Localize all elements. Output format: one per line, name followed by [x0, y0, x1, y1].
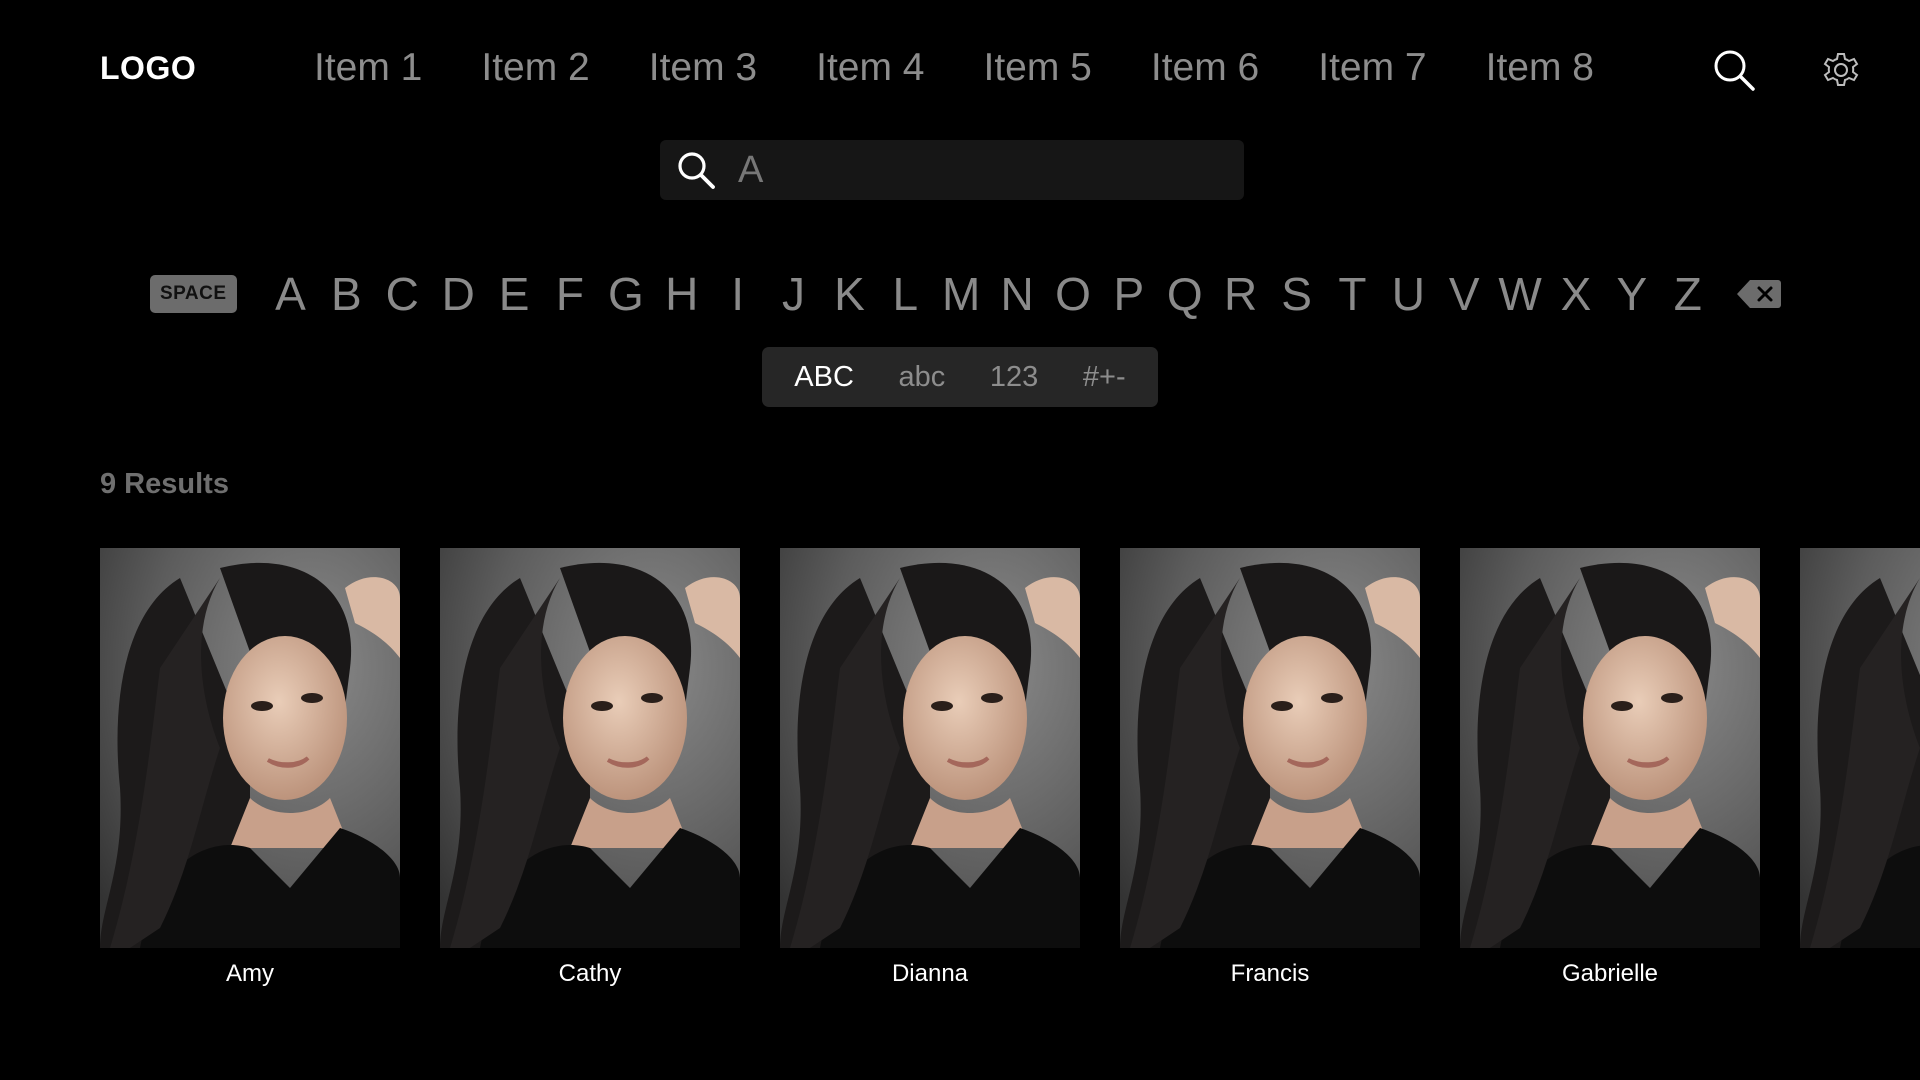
key-z[interactable]: Z — [1660, 267, 1716, 321]
key-h[interactable]: H — [654, 267, 710, 321]
key-y[interactable]: Y — [1604, 267, 1660, 321]
result-name: Cathy — [558, 960, 622, 987]
key-t[interactable]: T — [1324, 267, 1380, 321]
search-field[interactable] — [660, 140, 1244, 200]
key-n[interactable]: N — [989, 267, 1045, 321]
key-r[interactable]: R — [1213, 267, 1269, 321]
on-screen-keyboard: SPACE ABCDEFGHIJKLMNOPQRSTUVWXYZ — [150, 268, 1782, 320]
key-k[interactable]: K — [821, 267, 877, 321]
nav-item-4[interactable]: Item 4 — [816, 46, 924, 90]
key-i[interactable]: I — [710, 267, 766, 321]
result-card[interactable]: H — [1800, 548, 1920, 988]
key-x[interactable]: X — [1548, 267, 1604, 321]
nav-item-1[interactable]: Item 1 — [314, 46, 422, 90]
portrait-image — [440, 548, 740, 948]
result-thumbnail — [100, 548, 400, 948]
result-card[interactable]: Francis — [1120, 548, 1420, 988]
mode-numbers[interactable]: 123 — [990, 361, 1038, 394]
portrait-image — [1800, 548, 1920, 948]
result-thumbnail — [440, 548, 740, 948]
result-thumbnail — [1460, 548, 1760, 948]
result-name: Dianna — [891, 960, 969, 987]
key-o[interactable]: O — [1045, 267, 1101, 321]
logo[interactable]: LOGO — [100, 50, 196, 87]
portrait-image — [1460, 548, 1760, 948]
key-j[interactable]: J — [766, 267, 822, 321]
result-card[interactable]: Gabrielle — [1460, 548, 1760, 988]
key-w[interactable]: W — [1492, 267, 1548, 321]
result-card[interactable]: Dianna — [780, 548, 1080, 988]
mode-symbols[interactable]: #+- — [1083, 361, 1126, 394]
key-v[interactable]: V — [1436, 267, 1492, 321]
results-grid: Amy Cathy Dianna Francis Gabrielle — [100, 548, 1920, 998]
result-thumbnail — [1120, 548, 1420, 948]
key-c[interactable]: C — [374, 267, 430, 321]
key-a[interactable]: A — [263, 267, 319, 321]
results-count: 9 Results — [100, 468, 229, 500]
result-card[interactable]: Amy — [100, 548, 400, 988]
portrait-image — [780, 548, 1080, 948]
gear-icon[interactable] — [1819, 48, 1863, 92]
nav-item-3[interactable]: Item 3 — [649, 46, 757, 90]
result-card[interactable]: Cathy — [440, 548, 740, 988]
key-e[interactable]: E — [486, 267, 542, 321]
key-m[interactable]: M — [933, 267, 989, 321]
top-nav: Item 1 Item 2 Item 3 Item 4 Item 5 Item … — [314, 46, 1653, 90]
mode-lowercase[interactable]: abc — [899, 361, 946, 394]
key-f[interactable]: F — [542, 267, 598, 321]
key-b[interactable]: B — [318, 267, 374, 321]
portrait-image — [100, 548, 400, 948]
key-d[interactable]: D — [430, 267, 486, 321]
keyboard-mode-selector: ABC abc 123 #+- — [762, 347, 1158, 407]
result-thumbnail — [1800, 548, 1920, 948]
nav-item-8[interactable]: Item 8 — [1486, 46, 1594, 90]
result-thumbnail — [780, 548, 1080, 948]
backspace-icon[interactable] — [1736, 278, 1782, 310]
result-name: Gabrielle — [1561, 960, 1659, 987]
key-u[interactable]: U — [1380, 267, 1436, 321]
search-icon — [678, 152, 715, 189]
key-l[interactable]: L — [877, 267, 933, 321]
key-s[interactable]: S — [1269, 267, 1325, 321]
search-input[interactable] — [738, 148, 1218, 192]
key-q[interactable]: Q — [1157, 267, 1213, 321]
key-g[interactable]: G — [598, 267, 654, 321]
nav-item-6[interactable]: Item 6 — [1151, 46, 1259, 90]
portrait-image — [1120, 548, 1420, 948]
result-name: Amy — [226, 960, 274, 987]
nav-item-7[interactable]: Item 7 — [1318, 46, 1426, 90]
space-key[interactable]: SPACE — [150, 275, 237, 313]
mode-uppercase[interactable]: ABC — [794, 361, 854, 394]
result-name: Francis — [1230, 960, 1310, 987]
search-icon[interactable] — [1712, 48, 1756, 92]
nav-item-2[interactable]: Item 2 — [481, 46, 589, 90]
result-name: H — [1800, 960, 1920, 988]
key-p[interactable]: P — [1101, 267, 1157, 321]
nav-item-5[interactable]: Item 5 — [984, 46, 1092, 90]
letter-keys: ABCDEFGHIJKLMNOPQRSTUVWXYZ — [263, 267, 1716, 321]
